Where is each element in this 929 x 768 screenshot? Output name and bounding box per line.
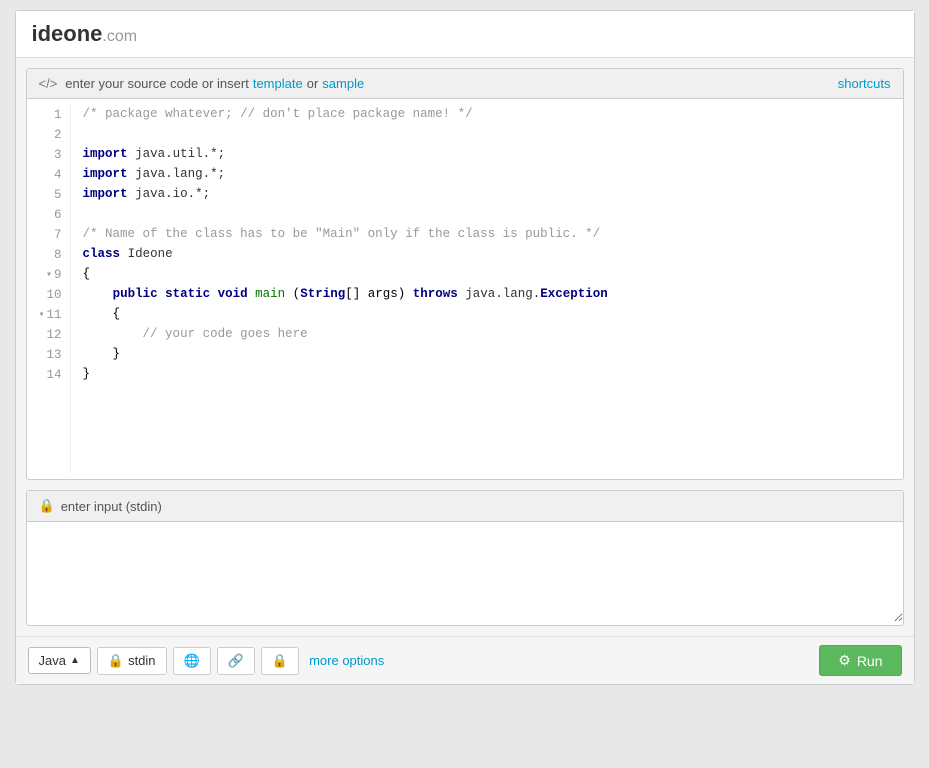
line-number: 10 [39, 285, 62, 305]
line-number: 7 [39, 225, 62, 245]
code-panel-header-text: enter your source code or insert [65, 76, 249, 91]
logo-text: ideone [32, 21, 103, 46]
line-number: 4 [39, 165, 62, 185]
logo-com: .com [102, 28, 137, 45]
line-number: 14 [39, 365, 62, 385]
code-line: import java.io.*; [83, 185, 891, 205]
gear-icon: ⚙ [838, 652, 851, 669]
sample-link[interactable]: sample [322, 76, 364, 91]
line-number: ▾9 [39, 265, 62, 285]
template-link[interactable]: template [253, 76, 303, 91]
stdin-textarea[interactable] [27, 522, 903, 622]
line-number: ▾11 [39, 305, 62, 325]
code-bracket-icon: </> [39, 76, 58, 91]
globe-button[interactable]: 🌐 [173, 647, 211, 675]
line-number: 6 [39, 205, 62, 225]
line-number: 2 [39, 125, 62, 145]
stdin-lock-icon: 🔒 [39, 498, 55, 514]
code-panel-header: </> enter your source code or insert tem… [27, 69, 903, 99]
lock-button[interactable]: 🔒 [261, 647, 299, 675]
stdin-panel-header: 🔒 enter input (stdin) [27, 491, 903, 522]
shortcuts-link[interactable]: shortcuts [838, 76, 891, 91]
code-line: import java.util.*; [83, 145, 891, 165]
line-number: 13 [39, 345, 62, 365]
code-panel: </> enter your source code or insert tem… [26, 68, 904, 480]
or-text: or [307, 76, 319, 91]
stdin-body [27, 522, 903, 625]
code-line [83, 205, 891, 225]
logo: ideone.com [32, 21, 138, 46]
language-button[interactable]: Java ▲ [28, 647, 91, 674]
code-content[interactable]: /* package whatever; // don't place pack… [71, 105, 903, 473]
code-line: /* package whatever; // don't place pack… [83, 105, 891, 125]
line-number: 5 [39, 185, 62, 205]
more-options-link[interactable]: more options [305, 648, 388, 673]
run-button[interactable]: ⚙ Run [819, 645, 901, 676]
header: ideone.com [16, 11, 914, 58]
caret-icon: ▲ [70, 655, 80, 666]
line-number: 3 [39, 145, 62, 165]
run-label: Run [857, 653, 883, 669]
code-line: /* Name of the class has to be "Main" on… [83, 225, 891, 245]
code-line: } [83, 345, 891, 365]
language-label: Java [39, 653, 66, 668]
code-line: { [83, 265, 891, 285]
code-editor[interactable]: 12345678▾910▾11121314 /* package whateve… [27, 99, 903, 479]
stdin-button-label: stdin [128, 653, 155, 668]
line-number: 1 [39, 105, 62, 125]
code-line: } [83, 365, 891, 385]
stdin-button[interactable]: 🔒 stdin [97, 647, 167, 675]
stdin-header-text: enter input (stdin) [61, 499, 162, 514]
line-number: 8 [39, 245, 62, 265]
lock-icon: 🔒 [272, 653, 288, 669]
globe-icon: 🌐 [184, 653, 200, 669]
code-panel-header-left: </> enter your source code or insert tem… [39, 76, 365, 91]
code-line: // your code goes here [83, 325, 891, 345]
code-line: class Ideone [83, 245, 891, 265]
stdin-lock-icon-toolbar: 🔒 [108, 653, 124, 669]
code-line: import java.lang.*; [83, 165, 891, 185]
link-icon: 🔗 [228, 653, 244, 669]
code-line [83, 125, 891, 145]
line-numbers: 12345678▾910▾11121314 [27, 105, 71, 473]
stdin-panel: 🔒 enter input (stdin) [26, 490, 904, 626]
line-number: 12 [39, 325, 62, 345]
link-button[interactable]: 🔗 [217, 647, 255, 675]
toolbar: Java ▲ 🔒 stdin 🌐 🔗 🔒 more options ⚙ Run [16, 636, 914, 684]
code-line: { [83, 305, 891, 325]
code-line: public static void main (String[] args) … [83, 285, 891, 305]
